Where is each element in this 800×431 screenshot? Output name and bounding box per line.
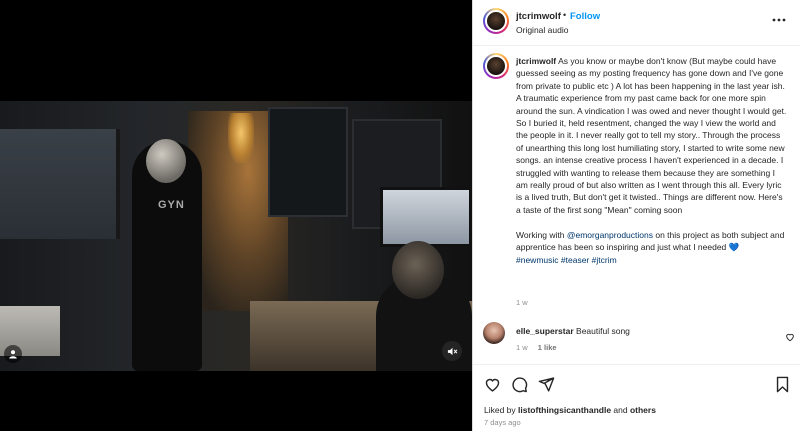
comments-area[interactable]: jtcrimwolf As you know or maybe don't kn… <box>473 46 800 364</box>
mention-link[interactable]: @emorganproductions <box>567 230 653 240</box>
avatar[interactable] <box>483 53 509 79</box>
speaker-muted-icon[interactable] <box>442 341 462 361</box>
comment-icon[interactable] <box>510 375 528 393</box>
heart-icon[interactable] <box>483 375 501 393</box>
person-icon[interactable] <box>4 345 22 363</box>
avatar[interactable] <box>483 322 505 344</box>
heart-icon[interactable] <box>785 329 795 342</box>
lamp <box>228 113 254 163</box>
studio-monitor <box>380 187 472 247</box>
producer-head <box>392 241 444 299</box>
hashtag-link[interactable]: #teaser <box>561 255 589 265</box>
caption-username[interactable]: jtcrimwolf <box>516 56 556 66</box>
avatar[interactable] <box>483 8 509 34</box>
likes-others-link[interactable]: others <box>630 405 656 415</box>
likes-middle: and <box>611 405 630 415</box>
shirt-print: GYN <box>158 199 185 211</box>
post-actions: Liked by listofthingsicanthandle and oth… <box>473 364 800 431</box>
post-side-panel: jtcrimwolf • Follow Original audio jtcri… <box>472 0 800 431</box>
comment-meta: 1 w 1 like <box>516 343 557 352</box>
follow-button[interactable]: Follow <box>570 11 600 22</box>
more-options-icon[interactable] <box>771 12 787 28</box>
caption-text: jtcrimwolf As you know or maybe don't kn… <box>516 55 788 266</box>
post-header: jtcrimwolf • Follow Original audio <box>473 0 800 46</box>
comment-body: Beautiful song <box>576 326 630 336</box>
author-username[interactable]: jtcrimwolf <box>516 11 561 22</box>
caption-working-prefix: Working with <box>516 229 567 240</box>
likes-summary: Liked by listofthingsicanthandle and oth… <box>484 405 656 415</box>
send-icon[interactable] <box>537 375 555 393</box>
caption-body: As you know or maybe don't know (But may… <box>516 56 787 215</box>
comment-text: elle_superstar Beautiful song <box>516 326 630 336</box>
acoustic-panel <box>268 107 348 217</box>
comment-time: 1 w <box>516 343 528 352</box>
caption-time: 1 w <box>516 298 528 307</box>
comment-likes[interactable]: 1 like <box>538 343 557 352</box>
bookmark-icon[interactable] <box>773 375 791 393</box>
hashtag-link[interactable]: #jtcrim <box>592 255 617 265</box>
media-pane: GYN <box>0 0 472 431</box>
liker-username[interactable]: listofthingsicanthandle <box>518 405 611 415</box>
post-timestamp: 7 days ago <box>484 418 521 427</box>
hashtag-link[interactable]: #newmusic <box>516 255 559 265</box>
post-video[interactable]: GYN <box>0 101 472 371</box>
singer-head <box>146 139 186 183</box>
likes-prefix: Liked by <box>484 405 519 415</box>
comment-username[interactable]: elle_superstar <box>516 326 574 336</box>
studio-window <box>0 129 120 239</box>
separator-dot: • <box>563 10 567 20</box>
audio-link[interactable]: Original audio <box>516 25 568 35</box>
